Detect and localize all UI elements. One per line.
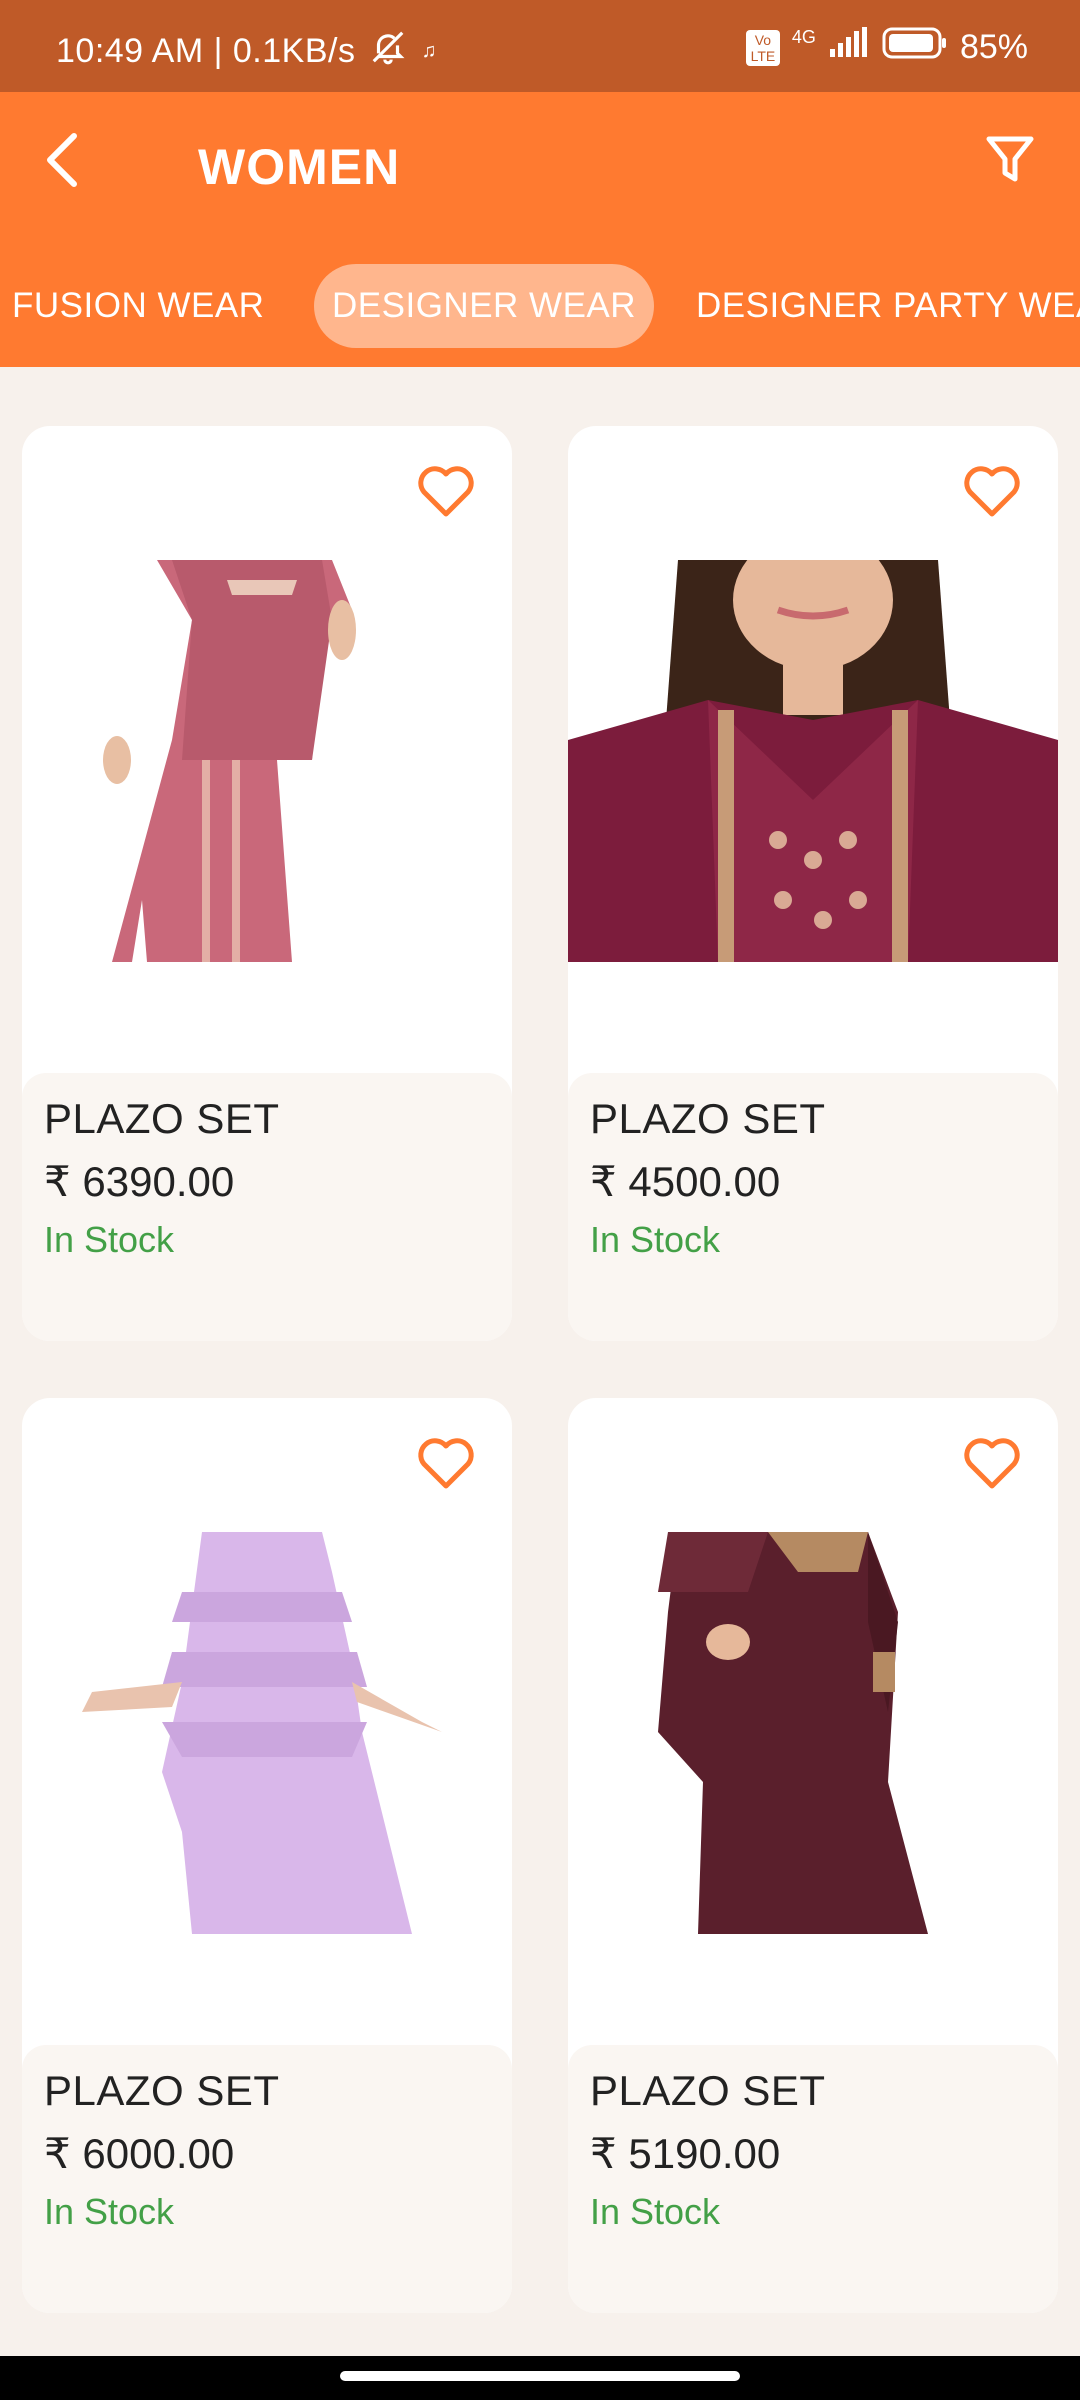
filter-button[interactable]	[980, 132, 1040, 192]
product-info: PLAZO SET ₹ 4500.00 In Stock	[568, 1073, 1058, 1341]
product-card[interactable]: PLAZO SET ₹ 4500.00 In Stock	[568, 426, 1058, 1341]
product-card[interactable]: PLAZO SET ₹ 5190.00 In Stock	[568, 1398, 1058, 2313]
heart-icon	[964, 466, 1020, 517]
product-image	[22, 1532, 512, 1934]
product-price: ₹ 4500.00	[590, 1158, 781, 1205]
status-time: 10:49 AM | 0.1KB/s	[56, 32, 356, 70]
tab-designer-wear[interactable]: DESIGNER WEAR	[314, 264, 655, 348]
tab-fusion-wear[interactable]: FUSION WEAR	[0, 264, 282, 348]
home-indicator[interactable]	[340, 2371, 740, 2381]
status-bar: 10:49 AM | 0.1KB/s ♫ Vo LTE 4G 85%	[0, 0, 1080, 92]
category-tabs: FUSION WEAR DESIGNER WEAR DESIGNER PARTY…	[0, 264, 1080, 350]
music-note-icon: ♫	[421, 40, 437, 62]
system-navigation-bar	[0, 2356, 1080, 2400]
wishlist-button[interactable]	[416, 1436, 476, 1492]
product-info: PLAZO SET ₹ 6390.00 In Stock	[22, 1073, 512, 1341]
back-button[interactable]	[30, 124, 94, 200]
product-image	[22, 560, 512, 962]
product-name: PLAZO SET	[44, 2067, 280, 2114]
product-name: PLAZO SET	[590, 1095, 826, 1142]
product-card[interactable]: PLAZO SET ₹ 6000.00 In Stock	[22, 1398, 512, 2313]
product-price: ₹ 6390.00	[44, 1158, 235, 1205]
battery-level: 85%	[959, 28, 1028, 66]
stock-status: In Stock	[44, 1219, 175, 1260]
heart-icon	[418, 1438, 474, 1489]
volte-badge: Vo LTE	[745, 29, 780, 66]
app-bar: WOMEN FUSION WEAR DESIGNER WEAR DESIGNER…	[0, 92, 1080, 367]
product-name: PLAZO SET	[44, 1095, 280, 1142]
tab-designer-party-wear[interactable]: DESIGNER PARTY WEA	[678, 264, 1080, 348]
heart-icon	[418, 466, 474, 517]
page-title: WOMEN	[198, 139, 401, 195]
wishlist-button[interactable]	[962, 1436, 1022, 1492]
network-type: 4G	[791, 27, 816, 47]
product-info: PLAZO SET ₹ 5190.00 In Stock	[568, 2045, 1058, 2313]
stock-status: In Stock	[44, 2191, 175, 2232]
filter-icon	[986, 135, 1034, 190]
back-arrow-icon	[42, 132, 82, 193]
product-card[interactable]: PLAZO SET ₹ 6390.00 In Stock	[22, 426, 512, 1341]
product-image	[568, 530, 1058, 962]
product-image	[568, 1532, 1058, 1934]
product-price: ₹ 6000.00	[44, 2130, 235, 2177]
stock-status: In Stock	[590, 1219, 721, 1260]
battery-icon	[882, 26, 948, 69]
stock-status: In Stock	[590, 2191, 721, 2232]
signal-icon	[828, 27, 870, 68]
wishlist-button[interactable]	[416, 464, 476, 520]
heart-icon	[964, 1438, 1020, 1489]
muted-bell-icon	[369, 28, 407, 75]
product-grid: PLAZO SET ₹ 6390.00 In Stock PLAZO SET ₹…	[0, 367, 1080, 2357]
product-info: PLAZO SET ₹ 6000.00 In Stock	[22, 2045, 512, 2313]
product-price: ₹ 5190.00	[590, 2130, 781, 2177]
wishlist-button[interactable]	[962, 464, 1022, 520]
product-name: PLAZO SET	[590, 2067, 826, 2114]
